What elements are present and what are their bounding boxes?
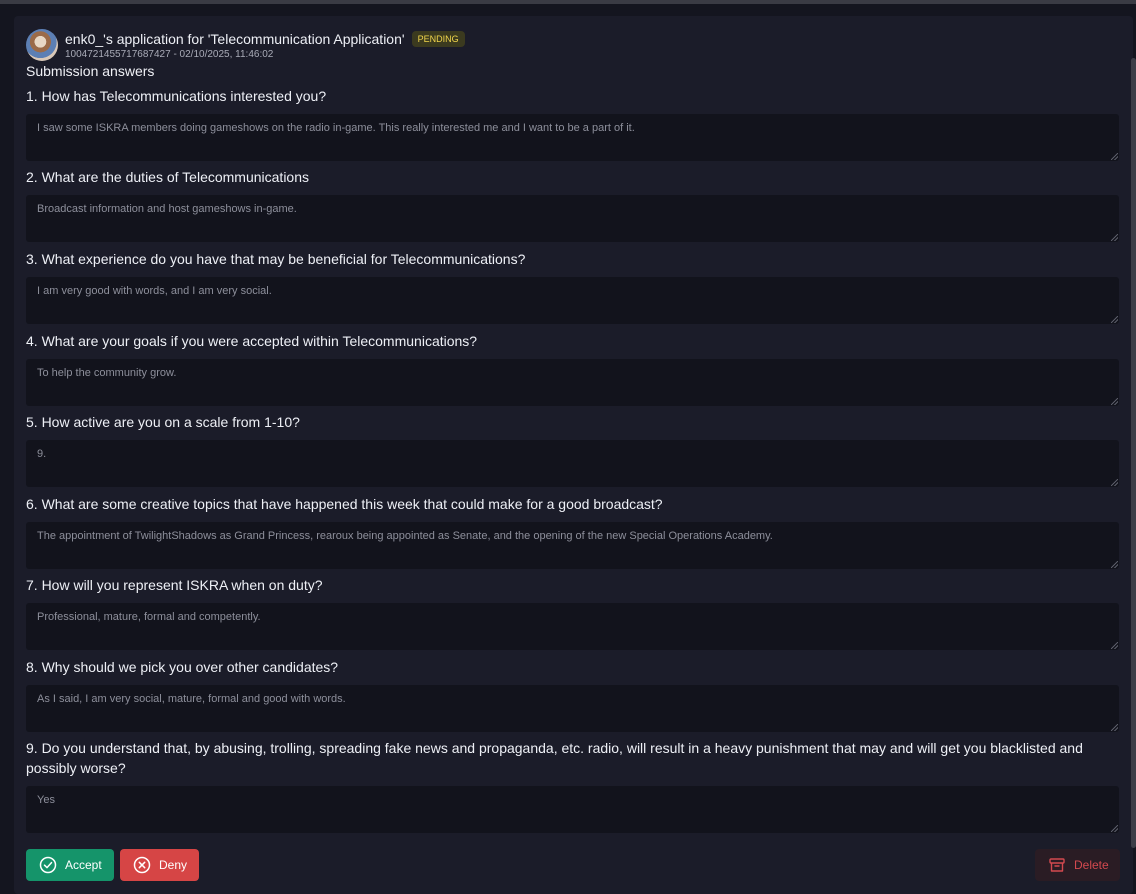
answer-field[interactable]: To help the community grow. (26, 359, 1119, 406)
question-block-2: 2. What are the duties of Telecommunicat… (26, 167, 1119, 242)
question-label: 9. Do you understand that, by abusing, t… (26, 740, 1083, 776)
check-circle-icon (39, 856, 57, 874)
application-panel: enk0_'s application for 'Telecommunicati… (14, 16, 1133, 894)
accept-label: Accept (65, 858, 102, 872)
section-title: Submission answers (26, 63, 155, 79)
header-text: enk0_'s application for 'Telecommunicati… (65, 30, 465, 60)
resize-handle-icon[interactable] (1111, 642, 1118, 649)
question-block-8: 8. Why should we pick you over other can… (26, 657, 1119, 732)
question-block-3: 3. What experience do you have that may … (26, 249, 1119, 324)
resize-handle-icon[interactable] (1111, 561, 1118, 568)
answer-field[interactable]: The appointment of TwilightShadows as Gr… (26, 522, 1119, 569)
resize-handle-icon[interactable] (1111, 724, 1118, 731)
question-label: 2. What are the duties of Telecommunicat… (26, 169, 310, 185)
application-header: enk0_'s application for 'Telecommunicati… (26, 28, 465, 62)
question-label: 3. What experience do you have that may … (26, 251, 526, 267)
application-title: enk0_'s application for 'Telecommunicati… (65, 31, 405, 47)
question-label: 5. How active are you on a scale from 1-… (26, 414, 300, 430)
archive-icon (1048, 856, 1066, 874)
question-label: 1. How has Telecommunications interested… (26, 88, 327, 104)
delete-button[interactable]: Delete (1035, 849, 1120, 881)
resize-handle-icon[interactable] (1111, 825, 1118, 832)
answer-text: I am very good with words, and I am very… (37, 285, 272, 297)
answer-text: Professional, mature, formal and compete… (37, 611, 261, 623)
resize-handle-icon[interactable] (1111, 479, 1118, 486)
answer-field[interactable]: I am very good with words, and I am very… (26, 277, 1119, 324)
window-top-edge (0, 0, 1136, 4)
answer-field[interactable]: 9. (26, 440, 1119, 487)
answer-field[interactable]: As I said, I am very social, mature, for… (26, 685, 1119, 732)
question-block-6: 6. What are some creative topics that ha… (26, 494, 1119, 569)
answer-field[interactable]: I saw some ISKRA members doing gameshows… (26, 114, 1119, 161)
question-block-7: 7. How will you represent ISKRA when on … (26, 575, 1119, 650)
answer-text: Yes (37, 794, 55, 806)
question-label: 4. What are your goals if you were accep… (26, 333, 478, 349)
question-block-5: 5. How active are you on a scale from 1-… (26, 412, 1119, 487)
question-label: 7. How will you represent ISKRA when on … (26, 577, 323, 593)
question-label: 6. What are some creative topics that ha… (26, 496, 663, 512)
deny-label: Deny (159, 858, 188, 872)
avatar (26, 29, 58, 61)
deny-button[interactable]: Deny (120, 849, 199, 881)
answer-field[interactable]: Professional, mature, formal and compete… (26, 603, 1119, 650)
resize-handle-icon[interactable] (1111, 234, 1118, 241)
question-block-4: 4. What are your goals if you were accep… (26, 331, 1119, 406)
answer-text: As I said, I am very social, mature, for… (37, 693, 346, 705)
answer-text: 9. (37, 448, 47, 460)
question-block-9: 9. Do you understand that, by abusing, t… (26, 738, 1119, 833)
status-badge: PENDING (411, 31, 465, 47)
x-circle-icon (133, 856, 151, 874)
resize-handle-icon[interactable] (1111, 316, 1118, 323)
application-meta: 1004721455717687427 - 02/10/2025, 11:46:… (65, 49, 274, 60)
title-row: enk0_'s application for 'Telecommunicati… (65, 30, 465, 48)
answer-text: I saw some ISKRA members doing gameshows… (37, 122, 635, 134)
scrollbar[interactable] (1131, 58, 1136, 848)
answer-text: To help the community grow. (37, 367, 177, 379)
answer-field[interactable]: Broadcast information and host gameshows… (26, 195, 1119, 242)
answer-field[interactable]: Yes (26, 786, 1119, 833)
accept-button[interactable]: Accept (26, 849, 114, 881)
answer-text: The appointment of TwilightShadows as Gr… (37, 530, 773, 542)
resize-handle-icon[interactable] (1111, 398, 1118, 405)
delete-label: Delete (1074, 858, 1109, 872)
resize-handle-icon[interactable] (1111, 153, 1118, 160)
answer-text: Broadcast information and host gameshows… (37, 203, 297, 215)
question-label: 8. Why should we pick you over other can… (26, 659, 339, 675)
question-block-1: 1. How has Telecommunications interested… (26, 86, 1119, 161)
